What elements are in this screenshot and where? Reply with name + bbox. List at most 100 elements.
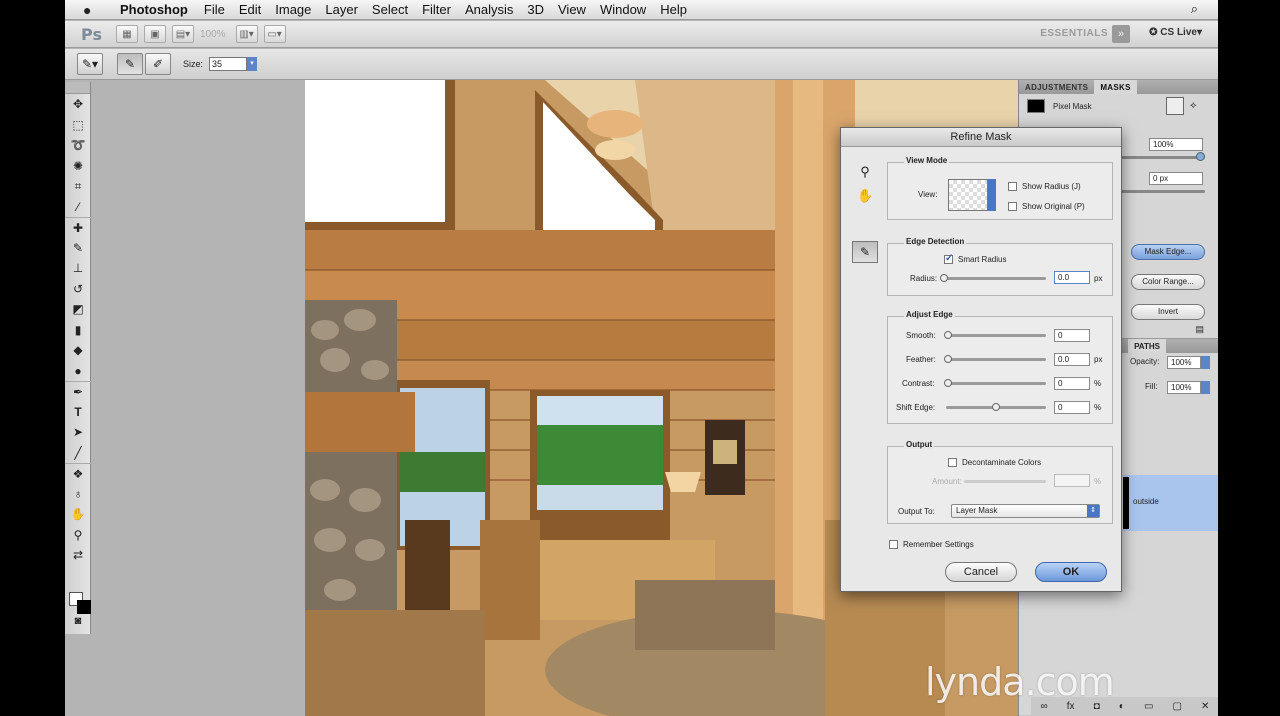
lasso-tool-icon[interactable]: ➰ bbox=[65, 135, 91, 156]
contrast-slider-thumb[interactable] bbox=[944, 379, 952, 387]
tab-masks[interactable]: MASKS bbox=[1094, 80, 1137, 94]
eyedropper-tool-icon[interactable]: ⁄ bbox=[65, 197, 91, 218]
group-icon[interactable]: ▭ bbox=[1144, 701, 1153, 712]
line-tool-icon[interactable]: ╱ bbox=[65, 443, 91, 464]
view-dropdown-arrow[interactable] bbox=[988, 179, 996, 211]
search-icon[interactable]: ⌕ bbox=[1191, 1, 1198, 17]
output-to-dropdown-arrow[interactable]: ⇕ bbox=[1087, 505, 1099, 517]
smooth-slider[interactable] bbox=[944, 331, 1046, 339]
hand-tool-icon[interactable]: ✋ bbox=[65, 504, 91, 525]
spot-healing-tool-icon[interactable]: ✚ bbox=[65, 217, 91, 238]
apple-icon[interactable]: ● bbox=[83, 2, 101, 18]
fill-input[interactable]: 100% bbox=[1167, 381, 1201, 394]
show-radius-checkbox[interactable] bbox=[1008, 182, 1017, 191]
menu-file[interactable]: File bbox=[197, 2, 232, 17]
shift-edge-slider[interactable] bbox=[946, 403, 1046, 411]
menu-view[interactable]: View bbox=[551, 2, 593, 17]
ok-button[interactable]: OK bbox=[1035, 562, 1107, 582]
menu-select[interactable]: Select bbox=[365, 2, 415, 17]
type-tool-icon[interactable]: T bbox=[65, 402, 91, 423]
cs-live-button[interactable]: ✪ CS Live▾ bbox=[1149, 27, 1202, 38]
menu-edit[interactable]: Edit bbox=[232, 2, 268, 17]
show-original-checkbox[interactable] bbox=[1008, 202, 1017, 211]
density-slider-thumb[interactable] bbox=[1196, 152, 1205, 161]
bridge-icon[interactable]: ▦ bbox=[115, 25, 138, 43]
arrange-documents-icon[interactable]: ▥▾ bbox=[235, 25, 258, 43]
quick-mask-icon[interactable]: ◙ bbox=[69, 615, 87, 629]
contrast-slider[interactable] bbox=[944, 379, 1046, 387]
zoom-tool-icon[interactable]: ⚲ bbox=[65, 525, 91, 546]
tab-adjustments[interactable]: ADJUSTMENTS bbox=[1019, 80, 1094, 94]
shift-edge-slider-thumb[interactable] bbox=[992, 403, 1000, 411]
pixel-mask-thumbnail[interactable] bbox=[1027, 99, 1045, 113]
history-brush-tool-icon[interactable]: ↺ bbox=[65, 279, 91, 300]
menu-layer[interactable]: Layer bbox=[318, 2, 365, 17]
refine-radius-tool-button[interactable]: ✎ bbox=[117, 53, 143, 75]
mask-edge-button[interactable]: Mask Edge... bbox=[1131, 244, 1205, 260]
pixel-mask-button[interactable] bbox=[1166, 97, 1184, 115]
adjustment-layer-icon[interactable]: ◐ bbox=[1119, 701, 1125, 712]
size-dropdown-arrow[interactable]: ▾ bbox=[247, 57, 258, 71]
feather-slider-thumb[interactable] bbox=[944, 355, 952, 363]
menu-filter[interactable]: Filter bbox=[415, 2, 458, 17]
menu-help[interactable]: Help bbox=[653, 2, 694, 17]
radius-slider-thumb[interactable] bbox=[940, 274, 948, 282]
workspace-overflow-button[interactable]: » bbox=[1112, 25, 1130, 43]
menu-3d[interactable]: 3D bbox=[520, 2, 551, 17]
output-to-select[interactable]: Layer Mask ⇕ bbox=[951, 504, 1100, 518]
3d-rotate-tool-icon[interactable]: ❖ bbox=[65, 463, 91, 484]
quick-selection-tool-icon[interactable]: ✺ bbox=[65, 156, 91, 177]
crop-tool-icon[interactable]: ⌗ bbox=[65, 176, 91, 197]
radius-input[interactable]: 0.0 bbox=[1054, 271, 1090, 284]
size-input[interactable]: 35 bbox=[209, 57, 248, 71]
smart-radius-checkbox[interactable] bbox=[944, 253, 953, 264]
smooth-input[interactable]: 0 bbox=[1054, 329, 1090, 342]
swap-colors-icon[interactable]: ⇄ bbox=[65, 545, 91, 566]
eraser-tool-icon[interactable]: ◩ bbox=[65, 299, 91, 320]
dialog-title[interactable]: Refine Mask bbox=[841, 128, 1121, 147]
feather-slider[interactable] bbox=[1121, 190, 1205, 193]
zoom-icon[interactable]: ⚲ bbox=[857, 164, 873, 188]
layer-name[interactable]: outside bbox=[1133, 497, 1159, 506]
panel-footer-icon[interactable]: ▤ bbox=[1195, 324, 1204, 335]
invert-button[interactable]: Invert bbox=[1131, 304, 1205, 320]
menu-image[interactable]: Image bbox=[268, 2, 318, 17]
3d-orbit-tool-icon[interactable]: ♁ bbox=[65, 484, 91, 505]
remember-settings-checkbox[interactable] bbox=[889, 540, 898, 549]
opacity-dropdown-arrow[interactable] bbox=[1201, 356, 1210, 369]
vector-mask-icon[interactable]: ⟡ bbox=[1190, 100, 1197, 111]
cancel-button[interactable]: Cancel bbox=[945, 562, 1017, 582]
minibridge-icon[interactable]: ▣ bbox=[143, 25, 166, 43]
feather-input[interactable]: 0.0 bbox=[1054, 353, 1090, 366]
smooth-slider-thumb[interactable] bbox=[944, 331, 952, 339]
zoom-level[interactable]: 100% bbox=[200, 29, 226, 40]
color-range-button[interactable]: Color Range... bbox=[1131, 274, 1205, 290]
view-extras-icon[interactable]: ▤▾ bbox=[171, 25, 194, 43]
shift-edge-input[interactable]: 0 bbox=[1054, 401, 1090, 414]
screen-mode-icon[interactable]: ▭▾ bbox=[263, 25, 286, 43]
move-tool-icon[interactable]: ✥ bbox=[65, 94, 91, 115]
erase-refinements-tool-button[interactable]: ✐ bbox=[145, 53, 171, 75]
view-preview-thumbnail[interactable] bbox=[948, 179, 988, 211]
background-color-swatch[interactable] bbox=[77, 600, 91, 614]
menu-window[interactable]: Window bbox=[593, 2, 653, 17]
feather-value[interactable]: 0 px bbox=[1149, 172, 1203, 185]
layer-mask-thumbnail[interactable] bbox=[1123, 477, 1129, 529]
path-selection-tool-icon[interactable]: ➤ bbox=[65, 422, 91, 443]
workspace-switcher[interactable]: ESSENTIALS bbox=[1040, 28, 1108, 39]
fill-dropdown-arrow[interactable] bbox=[1201, 381, 1210, 394]
delete-layer-icon[interactable]: ✕ bbox=[1201, 701, 1209, 712]
opacity-input[interactable]: 100% bbox=[1167, 356, 1201, 369]
blur-tool-icon[interactable]: ◆ bbox=[65, 340, 91, 361]
decontaminate-colors-checkbox[interactable] bbox=[948, 458, 957, 467]
new-layer-icon[interactable]: ▢ bbox=[1172, 701, 1181, 712]
marquee-tool-icon[interactable]: ⬚ bbox=[65, 115, 91, 136]
density-value[interactable]: 100% bbox=[1149, 138, 1203, 151]
pen-tool-icon[interactable]: ✒ bbox=[65, 381, 91, 402]
contrast-input[interactable]: 0 bbox=[1054, 377, 1090, 390]
menu-app-name[interactable]: Photoshop bbox=[113, 2, 197, 17]
density-slider[interactable] bbox=[1121, 152, 1205, 161]
hand-icon[interactable]: ✋ bbox=[857, 188, 873, 212]
clone-stamp-tool-icon[interactable]: ⊥ bbox=[65, 258, 91, 279]
dodge-tool-icon[interactable]: ● bbox=[65, 361, 91, 382]
